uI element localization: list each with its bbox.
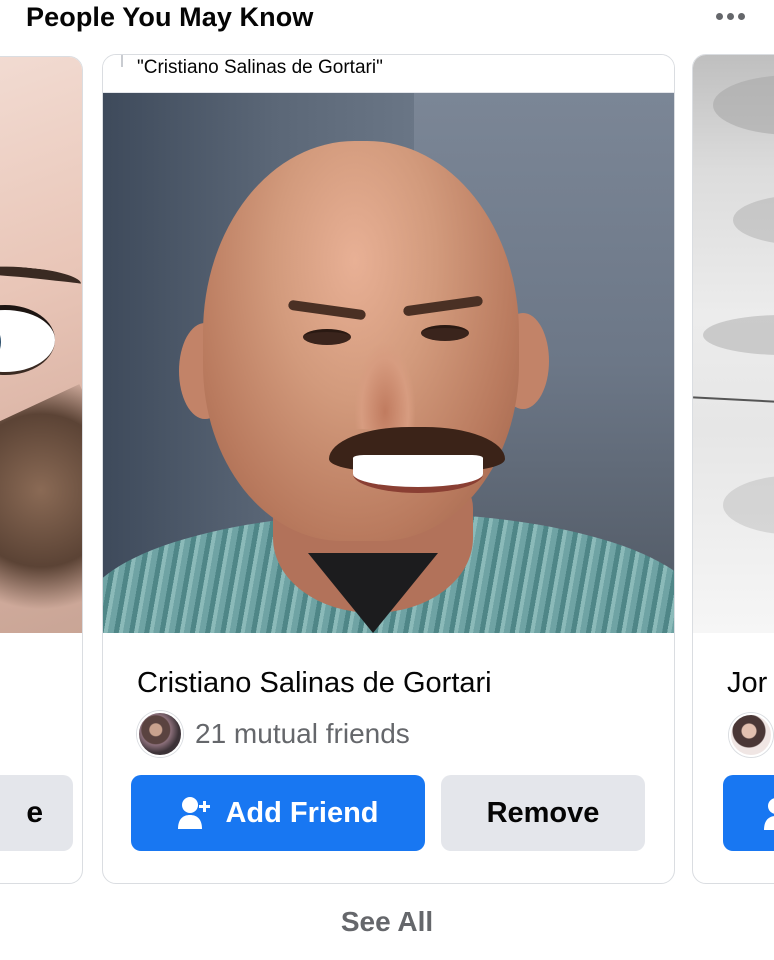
mutual-friend-avatar bbox=[137, 711, 183, 757]
add-friend-button-right[interactable] bbox=[723, 775, 774, 851]
caption-text: "Cristiano Salinas de Gortari" bbox=[137, 57, 383, 78]
remove-button-left[interactable]: e bbox=[0, 775, 73, 851]
profile-photo-left[interactable] bbox=[0, 57, 82, 633]
add-friend-button[interactable]: Add Friend bbox=[131, 775, 425, 851]
profile-photo[interactable] bbox=[103, 93, 674, 633]
mutual-friend-avatar-right bbox=[729, 713, 773, 757]
profile-name[interactable]: Cristiano Salinas de Gortari bbox=[137, 667, 492, 700]
see-all-link[interactable]: See All bbox=[0, 906, 774, 938]
suggestion-card-right[interactable]: Jor bbox=[692, 54, 774, 884]
profile-photo-right[interactable] bbox=[693, 55, 774, 633]
suggestion-card[interactable]: "Cristiano Salinas de Gortari" Cristiano… bbox=[102, 54, 675, 884]
section-title: People You May Know bbox=[26, 2, 314, 32]
caption-strip: "Cristiano Salinas de Gortari" bbox=[103, 55, 674, 93]
mutual-friends-count: 21 mutual friends bbox=[195, 718, 410, 749]
add-friend-label: Add Friend bbox=[225, 796, 379, 829]
people-you-may-know-page: People You May Know e "Cristiano Salinas… bbox=[0, 0, 774, 960]
add-friend-icon bbox=[764, 798, 774, 830]
mutual-friends-row[interactable]: 21 mutual friends bbox=[137, 711, 410, 757]
suggestion-card-left[interactable]: e bbox=[0, 56, 83, 884]
more-options-icon[interactable] bbox=[708, 4, 752, 28]
add-friend-icon bbox=[178, 797, 211, 829]
remove-button[interactable]: Remove bbox=[441, 775, 645, 851]
profile-name-right[interactable]: Jor bbox=[727, 667, 767, 700]
